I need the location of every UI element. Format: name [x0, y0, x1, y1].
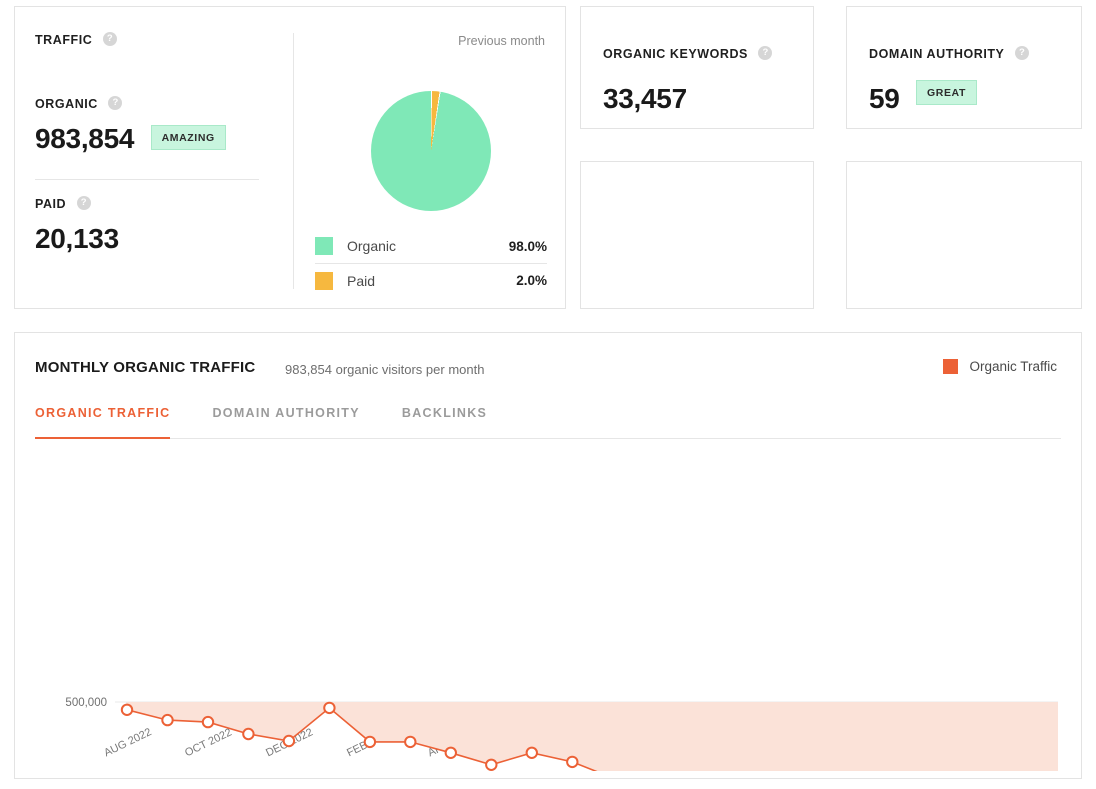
legend-label: Paid	[347, 272, 376, 289]
chart-title: MONTHLY ORGANIC TRAFFIC	[35, 359, 256, 376]
paid-swatch-icon	[315, 271, 333, 290]
organic-value: 983,854	[35, 123, 135, 154]
legend-percent: 2.0%	[516, 273, 547, 288]
organic-keywords-label: ORGANIC KEYWORDS	[603, 46, 748, 61]
legend-percent: 98.0%	[508, 238, 547, 254]
data-point[interactable]	[485, 758, 498, 771]
organic-keywords-value-row: 33,457	[603, 73, 772, 115]
legend-item-paid: Paid 2.0%	[315, 263, 547, 297]
backlinks-card: BACKLINKS ? 443,568 AMAZING NoFollow: 12…	[846, 161, 1082, 446]
organic-status-badge: AMAZING	[150, 124, 226, 150]
organic-swatch-icon	[315, 237, 333, 255]
organic-traffic-swatch-icon	[943, 359, 959, 374]
chart-legend-label: Organic Traffic	[969, 359, 1057, 374]
organic-label: ORGANIC	[35, 96, 98, 111]
chart-legend: Organic Traffic	[943, 359, 1057, 374]
paid-label: PAID	[35, 196, 67, 211]
chart-tabs: ORGANIC TRAFFIC DOMAIN AUTHORITY BACKLIN…	[35, 405, 1061, 439]
organic-value-row: 983,854 AMAZING	[35, 123, 226, 155]
domain-authority-card: DOMAIN AUTHORITY ? 59 GREAT	[846, 6, 1082, 129]
legend-item-organic: Organic 98.0%	[315, 229, 547, 263]
tab-organic-traffic[interactable]: ORGANIC TRAFFIC	[35, 406, 171, 439]
paid-metric-label-row: PAID ?	[35, 195, 119, 213]
organic-traffic-metric: ORGANIC ? 983,854 AMAZING	[35, 95, 226, 155]
monthly-organic-traffic-panel: MONTHLY ORGANIC TRAFFIC 983,854 organic …	[14, 332, 1082, 779]
organic-keywords-content: ORGANIC KEYWORDS ? 33,457	[603, 45, 773, 115]
paid-value: 20,133	[35, 223, 119, 254]
legend-label: Organic	[347, 238, 397, 254]
data-point[interactable]	[201, 715, 215, 729]
period-label: Previous month	[458, 34, 545, 48]
domain-authority-label-row: DOMAIN AUTHORITY ?	[869, 45, 1029, 63]
data-point[interactable]	[444, 746, 457, 759]
svg-text:AUG 2022: AUG 2022	[102, 726, 153, 759]
domain-authority-status-badge: GREAT	[916, 79, 977, 105]
data-point[interactable]	[566, 755, 579, 769]
pie-legend: Organic 98.0% Paid 2.0%	[315, 229, 547, 297]
paid-keywords-card: PAID KEYWORDS ? 67	[580, 161, 814, 431]
organic-metric-label-row: ORGANIC ?	[35, 95, 226, 113]
data-point[interactable]	[404, 735, 417, 749]
traffic-card: TRAFFIC ? Previous month ORGANIC ? 983,8…	[14, 6, 566, 309]
tab-domain-authority[interactable]: DOMAIN AUTHORITY	[212, 406, 359, 439]
seo-dashboard: TRAFFIC ? Previous month ORGANIC ? 983,8…	[0, 0, 1096, 789]
help-icon[interactable]: ?	[108, 95, 123, 110]
data-point[interactable]	[282, 734, 296, 748]
chart-svg: 500,0001.0m1.5m AUG 2022OCT 2022DEC 2022…	[65, 697, 1058, 771]
help-icon[interactable]: ?	[102, 31, 117, 46]
paid-value-row: 20,133	[35, 223, 119, 255]
domain-authority-value-row: 59 GREAT	[869, 73, 1029, 115]
organic-keywords-label-row: ORGANIC KEYWORDS ?	[603, 45, 773, 63]
svg-text:OCT 2022: OCT 2022	[183, 726, 234, 759]
organic-traffic-area-chart[interactable]: 500,0001.0m1.5m AUG 2022OCT 2022DEC 2022…	[15, 451, 1083, 771]
chart-subtitle: 983,854 organic visitors per month	[285, 362, 485, 377]
data-point[interactable]	[120, 703, 134, 716]
organic-keywords-value: 33,457	[603, 83, 687, 114]
traffic-title: TRAFFIC	[35, 32, 93, 47]
paid-traffic-metric: PAID ? 20,133	[35, 195, 119, 255]
metric-divider	[35, 179, 259, 180]
tab-backlinks[interactable]: BACKLINKS	[402, 406, 487, 439]
domain-authority-label: DOMAIN AUTHORITY	[869, 46, 1005, 61]
data-point[interactable]	[242, 727, 255, 741]
organic-keywords-card: ORGANIC KEYWORDS ? 33,457	[580, 6, 814, 129]
vertical-divider	[293, 33, 294, 289]
svg-text:500,000: 500,000	[65, 697, 107, 709]
help-icon[interactable]: ?	[76, 195, 91, 210]
help-icon[interactable]: ?	[1014, 45, 1029, 60]
traffic-card-header: TRAFFIC ?	[35, 31, 117, 49]
data-point[interactable]	[363, 735, 377, 749]
data-point[interactable]	[525, 746, 538, 759]
data-point[interactable]	[161, 713, 174, 727]
data-point[interactable]	[323, 701, 336, 715]
traffic-pie-chart	[371, 91, 491, 211]
y-axis-tick-labels: 500,0001.0m1.5m	[65, 697, 107, 709]
domain-authority-content: DOMAIN AUTHORITY ? 59 GREAT	[869, 45, 1029, 115]
help-icon[interactable]: ?	[758, 45, 773, 60]
domain-authority-value: 59	[869, 83, 900, 114]
